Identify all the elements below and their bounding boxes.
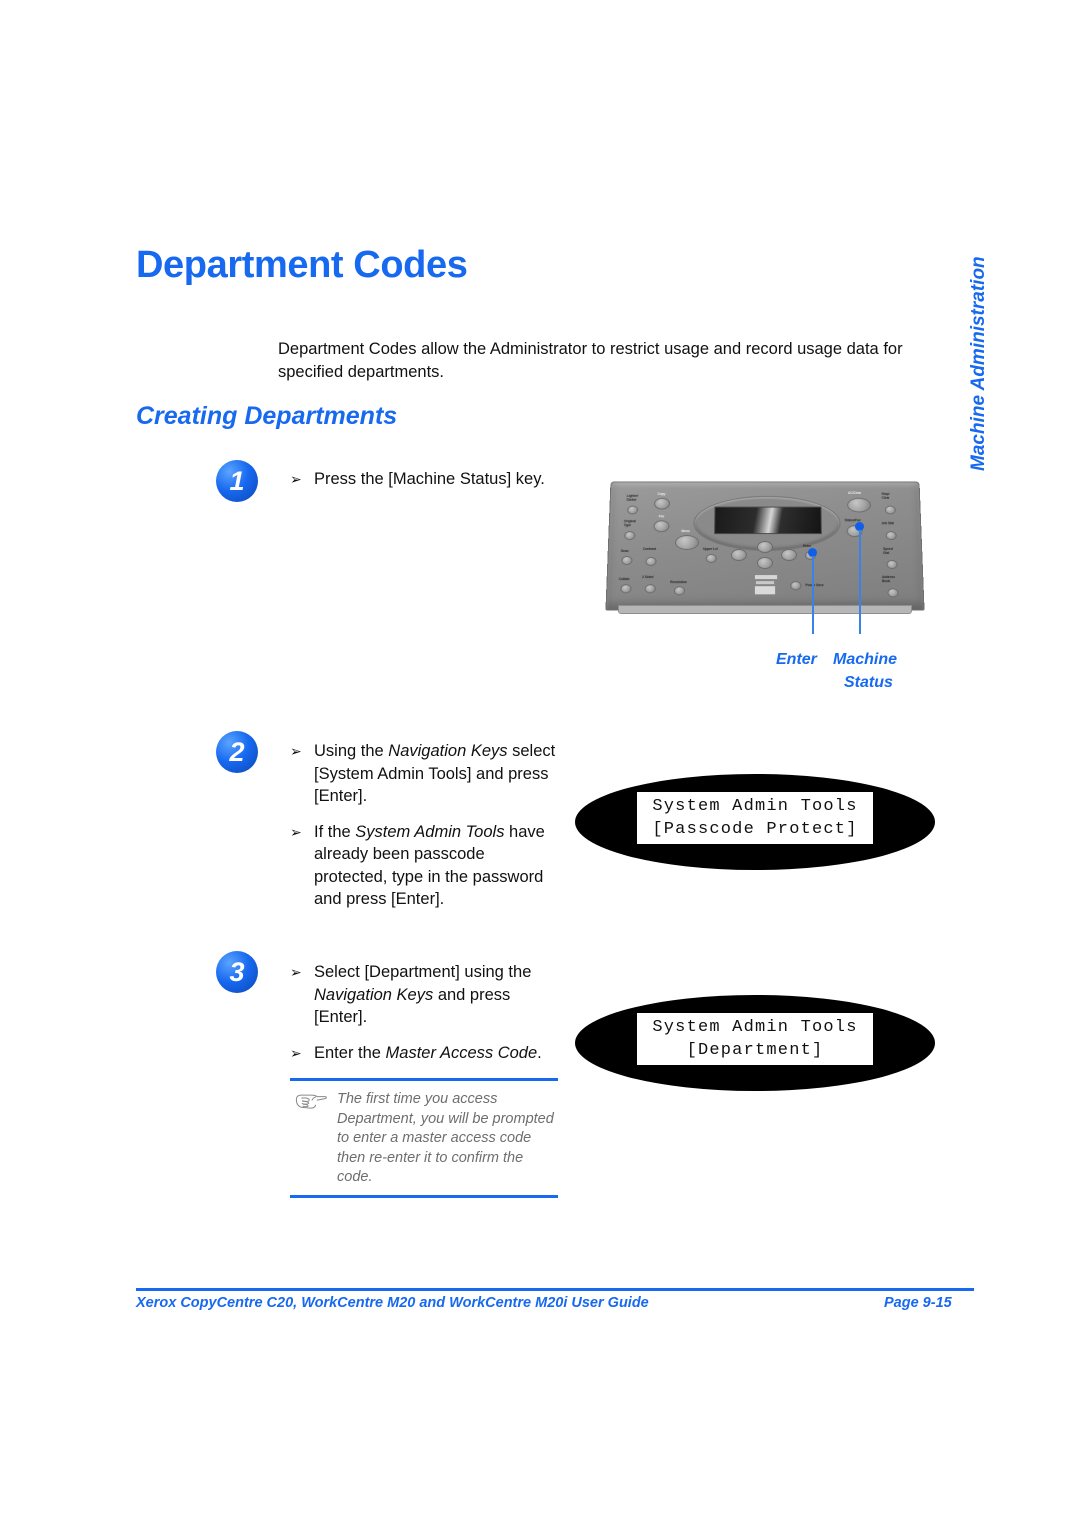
bullet-arrow-icon: ➢ (290, 1044, 302, 1061)
note-box: The first time you access Department, yo… (290, 1078, 558, 1198)
lcd-line-2: [Passcode Protect] (652, 820, 858, 839)
panel-copier-graphic (754, 575, 778, 596)
panel-label-fax: Fax (658, 514, 665, 519)
panel-label-address-book: Address Book (881, 575, 895, 584)
panel-button-stop-clear[interactable] (884, 505, 896, 515)
note-text: The first time you access Department, yo… (337, 1091, 554, 1185)
step-2-bullet-2: ➢ If the System Admin Tools have already… (290, 821, 556, 911)
step-2-bullet-1-em: Navigation Keys (388, 742, 508, 760)
panel-button-contrast[interactable] (645, 556, 657, 566)
step-1-bullet-1-text: Press the [Machine Status] key. (314, 470, 545, 488)
panel-button-job-status[interactable] (885, 531, 897, 541)
panel-button-copy[interactable] (653, 497, 671, 510)
step-3-bullet-1-pre: Select [Department] using the (314, 963, 532, 981)
side-tab-machine-administration: Machine Administration (890, 30, 989, 471)
control-panel-base (618, 605, 912, 614)
panel-button-scan[interactable] (621, 555, 633, 565)
bullet-arrow-icon: ➢ (290, 964, 302, 980)
panel-label-resolution: Resolution (670, 580, 687, 585)
document-page: Department Codes Machine Administration … (0, 0, 1080, 1528)
pointing-hand-icon (294, 1090, 328, 1188)
lcd-line-2: [Department] (686, 1041, 824, 1060)
footer-guide-title: Xerox CopyCentre C20, WorkCentre M20 and… (136, 1295, 649, 1311)
panel-button-resolution[interactable] (673, 586, 686, 596)
step-2-bullet-1: ➢ Using the Navigation Keys select [Syst… (290, 740, 556, 808)
panel-button-collate[interactable] (620, 584, 632, 594)
panel-label-stop-clear: Stop/Clear (881, 492, 890, 500)
step-3-bullet-2: ➢ Enter the Master Access Code. (290, 1042, 552, 1065)
step-3-bullet-1: ➢ Select [Department] using the Navigati… (290, 961, 552, 1029)
panel-label-ac-clear: AC/Clear (847, 491, 862, 495)
panel-button-ac-clear[interactable] (847, 497, 872, 513)
panel-button-upper-level[interactable] (705, 553, 717, 563)
bullet-arrow-icon: ➢ (290, 471, 302, 487)
lcd-callout-passcode-protect: System Admin Tools [Passcode Protect] (575, 774, 935, 870)
section-title: Creating Departments (136, 402, 398, 430)
lcd-screen-passcode-protect: System Admin Tools [Passcode Protect] (637, 792, 873, 844)
step-1-number: 1 (216, 460, 258, 502)
panel-label-lighter-darker: Lighter/Darker (626, 493, 639, 502)
callout-label-enter: Enter (776, 651, 817, 668)
note-content: The first time you access Department, yo… (290, 1081, 558, 1195)
step-3-bullet-2-pre: Enter the (314, 1043, 386, 1062)
step-1-body: ➢ Press the [Machine Status] key. (290, 468, 560, 491)
step-2-number: 2 (216, 731, 258, 773)
panel-button-nav-down[interactable] (756, 556, 774, 570)
lcd-line-1: System Admin Tools (652, 1018, 858, 1037)
control-panel-illustration: Lighter/Darker Original Type Copy Fax Sca… (604, 474, 926, 634)
callout-label-status: Status (844, 674, 893, 691)
side-tab-label: Machine Administration (968, 256, 989, 471)
callout-label-machine: Machine (833, 651, 898, 668)
panel-label-2-sided: 2 Sided (641, 575, 654, 580)
panel-label-contrast: Contrast (642, 546, 657, 551)
lcd-line-1: System Admin Tools (652, 797, 858, 816)
panel-label-speed-dial: Speed Dial (883, 546, 893, 555)
intro-paragraph: Department Codes allow the Administrator… (278, 340, 903, 381)
control-panel-body: Lighter/Darker Original Type Copy Fax Sca… (605, 481, 925, 611)
step-1-bullet-1: ➢ Press the [Machine Status] key. (290, 468, 560, 491)
panel-button-original-type[interactable] (624, 531, 636, 541)
panel-label-job-status: Job Stat (881, 521, 894, 526)
bullet-arrow-icon: ➢ (290, 823, 302, 840)
panel-label-copy: Copy (657, 492, 666, 496)
step-3-bullet-1-em: Navigation Keys (314, 985, 434, 1004)
panel-button-2-sided[interactable] (644, 584, 656, 594)
callout-line-enter (812, 556, 814, 634)
panel-button-address-book[interactable] (887, 588, 899, 598)
panel-button-menu[interactable] (674, 535, 700, 550)
page-title: Department Codes (136, 244, 468, 286)
footer-page-number: Page 9-15 (884, 1295, 952, 1311)
step-2-bullet-2-em: System Admin Tools (355, 822, 505, 841)
panel-label-scan: Scan (620, 548, 629, 553)
panel-label-original-type: Original Type (623, 519, 636, 528)
step-3-bullet-2-em: Master Access Code (385, 1043, 538, 1062)
panel-button-fax[interactable] (653, 520, 670, 533)
panel-label-collate: Collate (618, 577, 630, 582)
panel-label-menu: Menu (681, 529, 690, 534)
control-panel-display (714, 506, 822, 535)
panel-button-nav-up[interactable] (756, 541, 774, 553)
panel-button-power-save[interactable] (790, 581, 802, 591)
panel-button-nav-right[interactable] (781, 548, 798, 561)
footer-rule (136, 1288, 974, 1291)
step-3-body: ➢ Select [Department] using the Navigati… (290, 961, 552, 1064)
step-2-bullet-1-pre: Using the (314, 742, 389, 760)
panel-label-upper-level: Upper Lvl (702, 546, 718, 551)
step-3-number: 3 (216, 951, 258, 993)
panel-button-speed-dial[interactable] (886, 559, 898, 570)
step-2-body: ➢ Using the Navigation Keys select [Syst… (290, 740, 556, 911)
step-3-bullet-2-post: . (537, 1043, 542, 1062)
lcd-callout-department: System Admin Tools [Department] (575, 995, 935, 1091)
bullet-arrow-icon: ➢ (290, 743, 302, 759)
panel-button-nav-left[interactable] (730, 548, 747, 561)
callout-line-machine-status (859, 530, 861, 634)
panel-button-lighter-darker[interactable] (627, 505, 639, 515)
step-2-bullet-2-pre: If the (314, 822, 356, 841)
panel-label-power-save: Power Save (805, 583, 824, 588)
lcd-screen-department: System Admin Tools [Department] (637, 1013, 873, 1065)
note-bottom-rule (290, 1194, 558, 1198)
